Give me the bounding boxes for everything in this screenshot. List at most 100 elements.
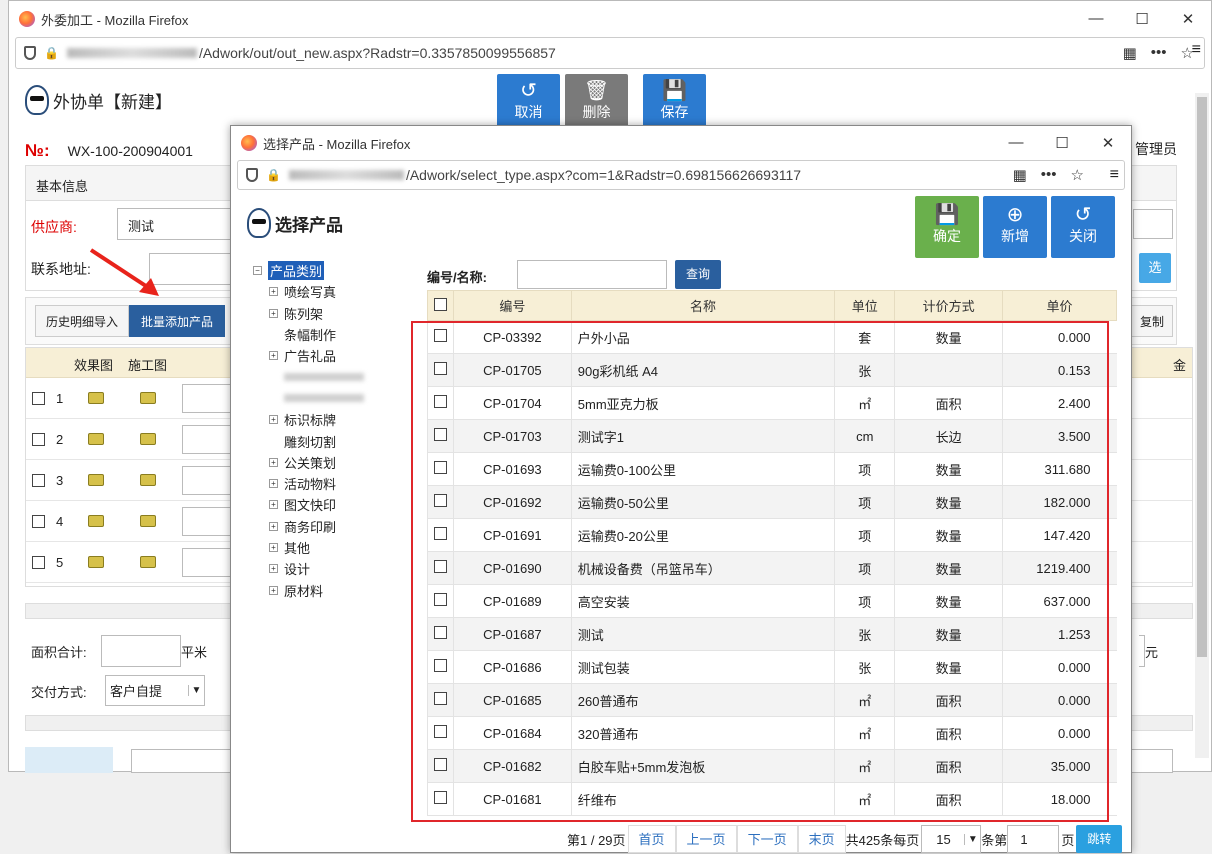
expand-icon[interactable]: + bbox=[269, 415, 278, 425]
upload-effect-folder-icon[interactable] bbox=[88, 474, 104, 486]
minimize-icon[interactable]: — bbox=[1073, 10, 1119, 28]
outer-url-bar[interactable]: 🔒 /Adwork/out/out_new.aspx?Radstr=0.3357… bbox=[15, 37, 1205, 69]
collapse-icon[interactable]: − bbox=[253, 266, 262, 276]
tree-root-label[interactable]: 产品类别 bbox=[268, 261, 325, 281]
pager-last-button[interactable]: 末页 bbox=[797, 825, 846, 853]
tree-node[interactable]: 条幅制作 bbox=[253, 324, 413, 345]
tree-node-label[interactable]: 商务印刷 bbox=[284, 517, 336, 536]
insecure-lock-icon[interactable]: 🔒 bbox=[44, 46, 59, 60]
expand-icon[interactable]: + bbox=[269, 564, 278, 574]
outer-scroll-thumb[interactable] bbox=[1197, 97, 1207, 657]
supplier-input[interactable]: 测试 bbox=[117, 208, 237, 240]
confirm-button[interactable]: 💾 确定 bbox=[915, 196, 979, 258]
shield-icon[interactable] bbox=[246, 168, 258, 182]
more-icon[interactable]: ••• bbox=[1041, 166, 1057, 184]
row-checkbox[interactable] bbox=[32, 474, 45, 487]
upload-effect-folder-icon[interactable] bbox=[88, 515, 104, 527]
expand-icon[interactable]: + bbox=[269, 543, 278, 552]
popup-menu-icon[interactable]: ≡ bbox=[1110, 166, 1119, 184]
expand-icon[interactable]: + bbox=[269, 479, 278, 489]
maximize-icon[interactable]: ☐ bbox=[1119, 10, 1165, 28]
row-checkbox[interactable] bbox=[32, 392, 45, 405]
expand-icon[interactable]: + bbox=[269, 351, 278, 361]
upload-work-folder-icon[interactable] bbox=[140, 433, 156, 445]
history-import-button[interactable]: 历史明细导入 bbox=[35, 305, 129, 337]
chevron-down-icon[interactable]: ▼ bbox=[964, 833, 980, 845]
popup-url-bar[interactable]: 🔒 /Adwork/select_type.aspx?com=1&Radstr=… bbox=[237, 160, 1125, 190]
tree-node[interactable]: + 设计 bbox=[253, 558, 413, 579]
outer-vertical-scrollbar[interactable] bbox=[1195, 93, 1209, 758]
tree-node[interactable]: + 陈列架 bbox=[253, 303, 413, 324]
expand-icon[interactable]: + bbox=[269, 287, 278, 297]
tree-node-label[interactable]: 其他 bbox=[284, 538, 310, 557]
cancel-button[interactable]: ↺ 取消 bbox=[497, 74, 560, 128]
upload-work-folder-icon[interactable] bbox=[140, 556, 156, 568]
chevron-down-icon[interactable]: ▼ bbox=[188, 685, 204, 696]
tree-node[interactable] bbox=[253, 388, 413, 409]
popup-maximize-icon[interactable]: ☐ bbox=[1039, 134, 1085, 152]
qr-code-icon[interactable]: ▦ bbox=[1013, 166, 1027, 184]
tree-node[interactable]: + 原材料 bbox=[253, 579, 413, 600]
upload-work-folder-icon[interactable] bbox=[140, 474, 156, 486]
tree-node-label[interactable]: 雕刻切割 bbox=[284, 432, 336, 451]
tree-node-label[interactable]: 陈列架 bbox=[284, 304, 323, 323]
row-checkbox[interactable] bbox=[32, 556, 45, 569]
tree-node-label[interactable]: 喷绘写真 bbox=[284, 282, 336, 301]
tree-node-label[interactable]: 条幅制作 bbox=[284, 325, 336, 344]
qr-code-icon[interactable]: ▦ bbox=[1123, 44, 1137, 62]
more-icon[interactable]: ••• bbox=[1151, 44, 1167, 62]
tree-node[interactable]: 雕刻切割 bbox=[253, 430, 413, 451]
save-button[interactable]: 💾 保存 bbox=[643, 74, 706, 128]
right-field-input[interactable] bbox=[1133, 209, 1173, 239]
tree-node[interactable]: + 喷绘写真 bbox=[253, 281, 413, 302]
tree-node[interactable] bbox=[253, 366, 413, 387]
shield-icon[interactable] bbox=[24, 46, 36, 60]
batch-add-products-button[interactable]: 批量添加产品 bbox=[129, 305, 225, 337]
page-size-select[interactable]: 15 ▼ bbox=[921, 825, 982, 853]
add-button[interactable]: ⊕ 新增 bbox=[983, 196, 1047, 258]
tree-node-label[interactable]: 标识标牌 bbox=[284, 410, 336, 429]
row-checkbox[interactable] bbox=[32, 515, 45, 528]
expand-icon[interactable]: + bbox=[269, 308, 278, 318]
upload-effect-folder-icon[interactable] bbox=[88, 433, 104, 445]
outer-url-text[interactable]: /Adwork/out/out_new.aspx?Radstr=0.335785… bbox=[199, 45, 556, 61]
close-button[interactable]: ↺ 关闭 bbox=[1051, 196, 1115, 258]
tree-node-label[interactable]: 公关策划 bbox=[284, 453, 336, 472]
upload-effect-folder-icon[interactable] bbox=[88, 392, 104, 404]
insecure-lock-icon[interactable]: 🔒 bbox=[266, 168, 281, 182]
tree-node-label[interactable]: 活动物料 bbox=[284, 474, 336, 493]
popup-url-text[interactable]: /Adwork/select_type.aspx?com=1&Radstr=0.… bbox=[406, 167, 801, 183]
delivery-select[interactable]: 客户自提 ▼ bbox=[105, 675, 205, 706]
tree-node[interactable]: + 标识标牌 bbox=[253, 409, 413, 430]
area-total-input[interactable] bbox=[101, 635, 181, 667]
row-checkbox[interactable] bbox=[32, 433, 45, 446]
popup-close-icon[interactable]: ✕ bbox=[1085, 134, 1131, 152]
select-all-checkbox[interactable] bbox=[433, 297, 447, 311]
pager-first-button[interactable]: 首页 bbox=[627, 825, 676, 853]
select-all-header[interactable] bbox=[427, 290, 454, 321]
expand-icon[interactable]: + bbox=[269, 457, 278, 467]
tree-node-label[interactable]: 原材料 bbox=[284, 581, 323, 600]
expand-icon[interactable]: + bbox=[269, 500, 278, 510]
bookmark-star-icon[interactable]: ☆ bbox=[1071, 166, 1084, 184]
jump-button[interactable]: 跳转 bbox=[1076, 825, 1123, 853]
tree-node[interactable]: + 图文快印 bbox=[253, 494, 413, 515]
close-icon[interactable]: ✕ bbox=[1165, 10, 1211, 28]
popup-minimize-icon[interactable]: — bbox=[993, 134, 1039, 152]
delete-button[interactable]: 🗑 删除 bbox=[565, 74, 628, 128]
expand-icon[interactable]: + bbox=[269, 585, 278, 595]
tree-node[interactable]: + 活动物料 bbox=[253, 473, 413, 494]
menu-icon[interactable]: ≡ bbox=[1192, 41, 1201, 59]
copy-button[interactable]: 复制 bbox=[1131, 305, 1173, 337]
query-button[interactable]: 查询 bbox=[675, 260, 721, 289]
search-input[interactable] bbox=[517, 260, 667, 289]
expand-icon[interactable]: + bbox=[269, 521, 278, 531]
tree-node[interactable]: + 商务印刷 bbox=[253, 516, 413, 537]
pager-prev-button[interactable]: 上一页 bbox=[675, 825, 737, 853]
upload-effect-folder-icon[interactable] bbox=[88, 556, 104, 568]
tree-node[interactable]: + 公关策划 bbox=[253, 452, 413, 473]
tree-node[interactable]: + 其他 bbox=[253, 537, 413, 558]
tree-node-label[interactable]: 设计 bbox=[284, 559, 310, 578]
pager-next-button[interactable]: 下一页 bbox=[736, 825, 798, 853]
upload-work-folder-icon[interactable] bbox=[140, 392, 156, 404]
